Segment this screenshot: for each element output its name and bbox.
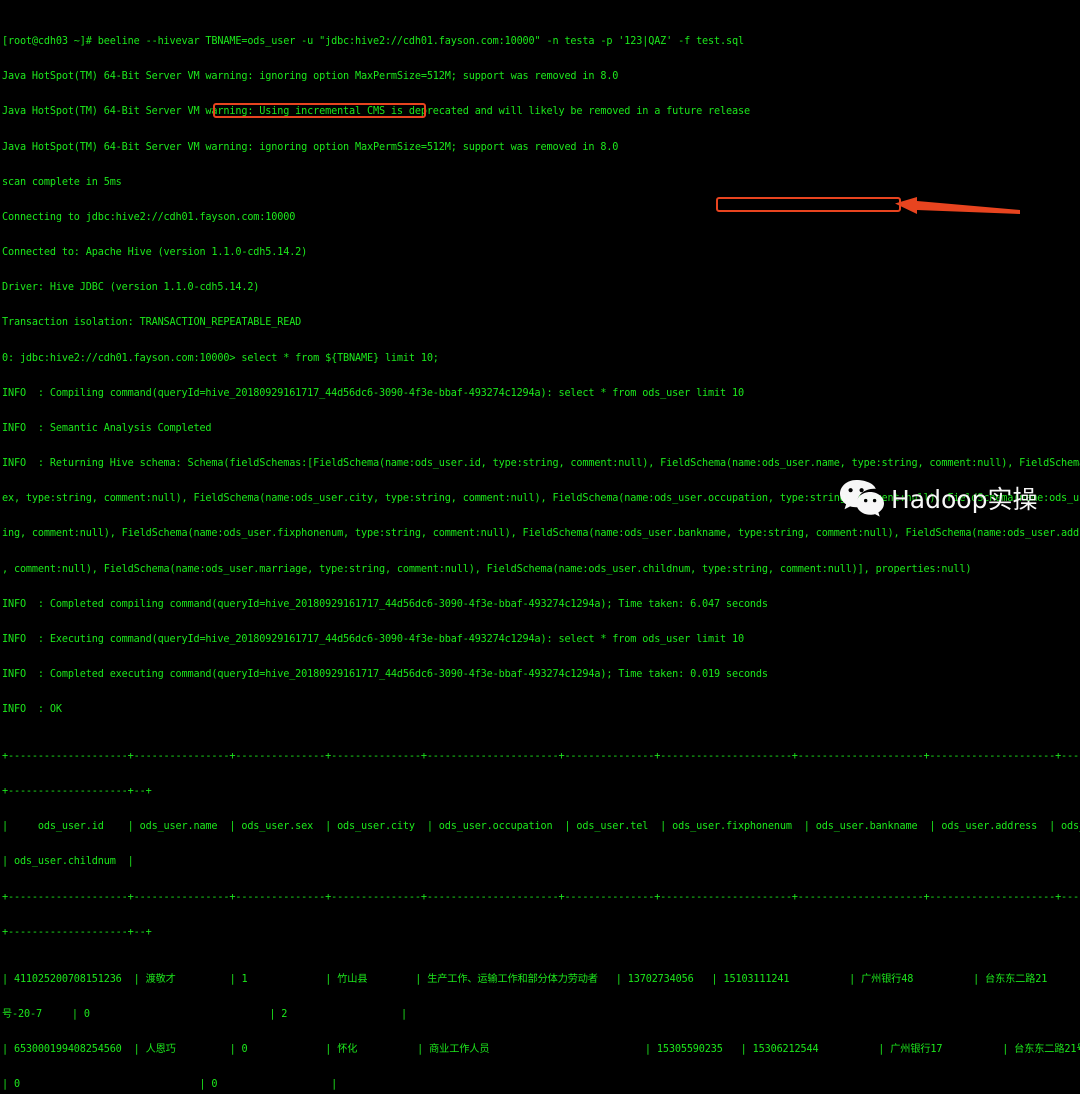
terminal-line: Transaction isolation: TRANSACTION_REPEA… [2,317,302,329]
table-rule-mid-cont: +--------------------+--+ [2,926,152,938]
table-row-cont: 号-20-7 | 0 | 2 | [2,1008,407,1020]
table-rule-mid: +--------------------+----------------+-… [2,891,1080,903]
terminal-line: INFO : Returning Hive schema: Schema(fie… [2,458,1080,470]
terminal-line: Java HotSpot(TM) 64-Bit Server VM warnin… [2,106,750,118]
table-row-cont: | 0 | 0 | [2,1079,338,1091]
table-rule-top: +--------------------+----------------+-… [2,751,1080,762]
table-row: | 653000199408254560 | 人恩巧 | 0 | 怀化 | 商业… [2,1043,1080,1055]
terminal-line: Java HotSpot(TM) 64-Bit Server VM warnin… [2,141,619,153]
shell-prompt-line: [root@cdh03 ~]# beeline --hivevar TBNAME… [2,36,744,48]
highlight-box-executed-sql [716,197,901,212]
terminal-window[interactable]: [root@cdh03 ~]# beeline --hivevar TBNAME… [0,0,1080,1090]
terminal-line: , comment:null), FieldSchema(name:ods_us… [2,563,972,575]
terminal-line: Connecting to jdbc:hive2://cdh01.fayson.… [2,211,296,223]
terminal-line: INFO : Compiling command(queryId=hive_20… [2,387,744,399]
terminal-line: Java HotSpot(TM) 64-Bit Server VM warnin… [2,71,619,83]
terminal-line: ing, comment:null), FieldSchema(name:ods… [2,528,1080,540]
table-row: | 411025200708151236 | 渡敬才 | 1 | 竹山县 | 生… [2,973,1048,985]
executing-command-line: INFO : Executing command(queryId=hive_20… [2,633,744,645]
terminal-line: INFO : OK [2,704,62,716]
beeline-prompt-line: 0: jdbc:hive2://cdh01.fayson.com:10000> … [2,352,439,364]
terminal-line: scan complete in 5ms [2,176,122,188]
terminal-line: INFO : Completed executing command(query… [2,668,768,680]
terminal-line: Connected to: Apache Hive (version 1.1.0… [2,247,308,259]
terminal-line: Driver: Hive JDBC (version 1.1.0-cdh5.14… [2,282,260,294]
table-header-row-cont: | ods_user.childnum | [2,856,134,868]
table-header-row: | ods_user.id | ods_user.name | ods_user… [2,821,1080,833]
table-rule-top-cont: +--------------------+--+ [2,786,152,798]
terminal-line: INFO : Completed compiling command(query… [2,598,768,610]
terminal-line: INFO : Semantic Analysis Completed [2,422,212,434]
terminal-line: ex, type:string, comment:null), FieldSch… [2,493,1080,505]
